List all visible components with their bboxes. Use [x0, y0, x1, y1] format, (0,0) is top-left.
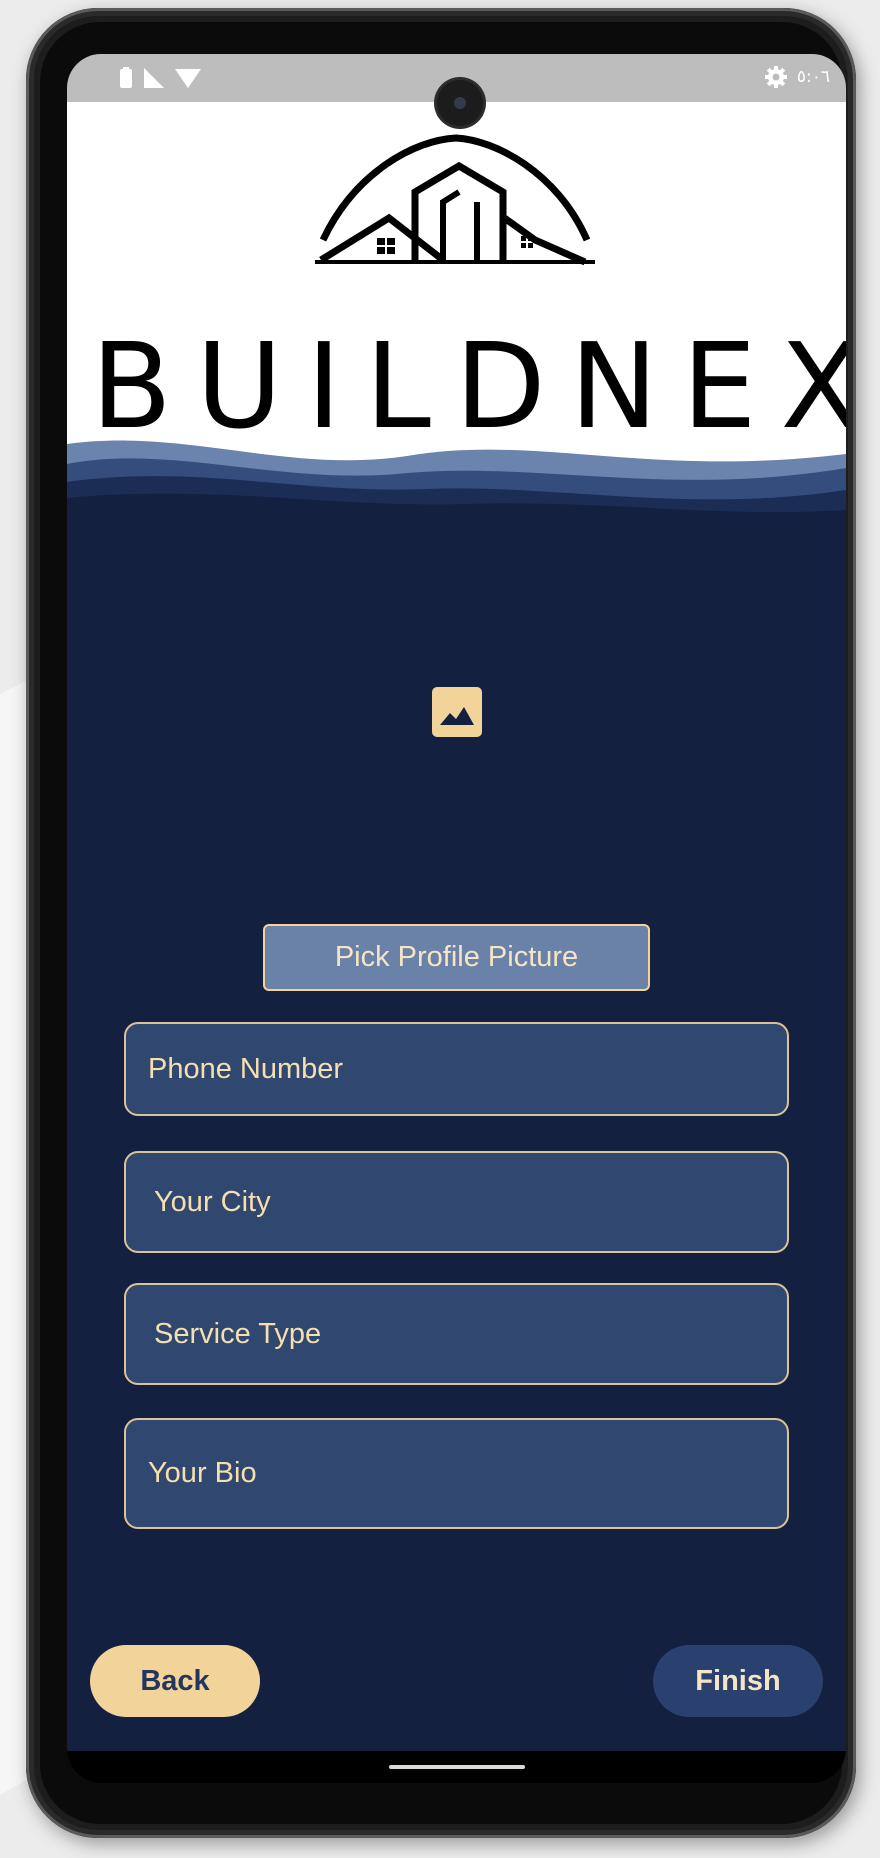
phone-number-placeholder: Phone Number	[148, 1052, 344, 1085]
status-time: ٥:٠٦	[796, 67, 830, 87]
status-icons-right: ٥:٠٦	[764, 66, 830, 88]
front-camera	[437, 80, 483, 126]
phone-number-field[interactable]: Phone Number	[124, 1022, 789, 1116]
finish-button[interactable]: Finish	[653, 1645, 823, 1717]
settings-icon	[764, 66, 787, 88]
service-type-placeholder: Service Type	[154, 1317, 322, 1350]
navigation-bar	[67, 1751, 846, 1783]
home-gesture-handle[interactable]	[389, 1765, 525, 1769]
image-placeholder-icon[interactable]	[432, 687, 482, 737]
battery-icon	[120, 67, 132, 88]
pick-profile-picture-button[interactable]: Pick Profile Picture	[263, 924, 650, 991]
wifi-icon	[175, 69, 201, 88]
mountain-image-icon	[440, 707, 474, 725]
city-placeholder: Your City	[154, 1185, 271, 1218]
bio-field[interactable]: Your Bio	[124, 1418, 789, 1529]
service-type-field[interactable]: Service Type	[124, 1283, 789, 1385]
header-waves	[67, 440, 846, 554]
city-field[interactable]: Your City	[124, 1151, 789, 1253]
buildnex-logo	[315, 134, 595, 266]
back-button[interactable]: Back	[90, 1645, 260, 1717]
signal-icon	[144, 68, 164, 88]
app-screen: ٥:٠٦ BUILDNEX Pick Profile Picture Phone…	[67, 54, 846, 1783]
status-icons-left	[119, 67, 201, 89]
bio-placeholder: Your Bio	[148, 1457, 257, 1489]
